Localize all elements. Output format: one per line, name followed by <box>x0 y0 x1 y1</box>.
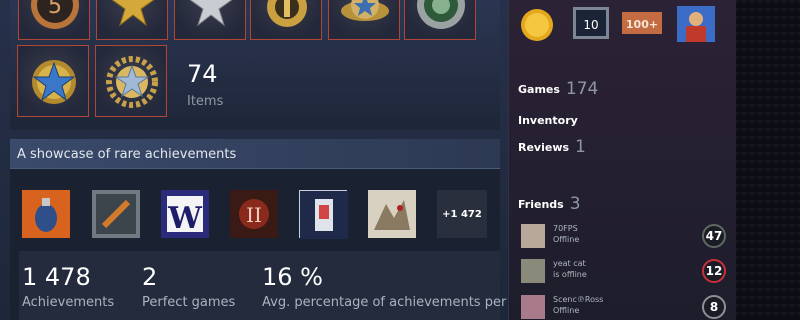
showcase-title: A showcase of rare achievements <box>17 147 237 162</box>
items-showcase: 5 74 Items <box>10 0 500 130</box>
fighter-icon[interactable] <box>368 190 416 238</box>
perfect-games-count: 2 <box>142 263 158 291</box>
avatar <box>521 224 545 248</box>
silver-star-medal-icon[interactable] <box>174 0 246 40</box>
friend-level-badge: 12 <box>702 259 726 283</box>
main-column: 5 74 Items A showcase of rare achievemen… <box>0 0 519 320</box>
friend-status: is offline <box>553 270 587 279</box>
gold-pin-medal-icon[interactable] <box>250 0 322 40</box>
games-link[interactable]: Games 174 <box>518 79 598 99</box>
avatar-badge-icon[interactable] <box>675 4 717 42</box>
games-count: 174 <box>565 79 599 99</box>
items-label[interactable]: Items <box>187 94 223 109</box>
gold-star-medal-icon[interactable] <box>96 0 168 40</box>
friends-label: Friends <box>518 198 564 211</box>
friend-item[interactable]: yeat cat is offline 12 <box>521 259 726 287</box>
roman-two-icon[interactable]: II <box>230 190 278 238</box>
friend-status: Offline <box>553 306 580 315</box>
inventory-link[interactable]: Inventory <box>518 114 578 127</box>
svg-text:W: W <box>167 201 203 236</box>
friend-name: yeat cat <box>553 259 586 268</box>
door-icon[interactable] <box>299 190 348 239</box>
level-10-badge-icon[interactable]: 10 <box>571 4 613 42</box>
svg-text:II: II <box>246 203 262 227</box>
avatar <box>521 259 545 283</box>
100-plus-badge-icon[interactable]: 100+ <box>621 4 663 42</box>
achievement-showcase: W II +1 472 1 478 Achievements 2 Perfect… <box>10 169 519 320</box>
reviews-label: Reviews <box>518 141 570 154</box>
inventory-label: Inventory <box>518 114 578 127</box>
green-coin-medal-icon[interactable] <box>404 0 476 40</box>
friend-item[interactable]: 70FPS Offline 47 <box>521 224 726 252</box>
friends-link[interactable]: Friends 3 <box>518 194 581 214</box>
reviews-link[interactable]: Reviews 1 <box>518 137 586 157</box>
page-background <box>736 0 800 320</box>
avatar <box>521 295 545 319</box>
svg-text:5: 5 <box>48 0 62 19</box>
avg-percentage-label: Avg. percentage of achievements per g <box>262 295 519 310</box>
friend-name: 70FPS <box>553 224 578 233</box>
w-letter-icon[interactable]: W <box>161 190 209 238</box>
friend-item[interactable]: Scenc℗Ross Offline 8 <box>521 295 726 320</box>
friend-level-badge: 47 <box>702 224 726 248</box>
level-10-text: 10 <box>583 18 598 32</box>
items-count: 74 <box>187 60 218 88</box>
grenade-icon[interactable] <box>22 190 70 238</box>
achievement-showcase-header: A showcase of rare achievements <box>10 139 500 169</box>
winged-star-medal-icon[interactable] <box>328 0 400 40</box>
friend-level-badge: 8 <box>702 295 726 319</box>
wrench-icon[interactable] <box>92 190 140 238</box>
100-plus-text: 100+ <box>626 18 658 31</box>
avg-percentage-value: 16 % <box>262 263 323 291</box>
reviews-count: 1 <box>575 137 586 157</box>
friend-name: Scenc℗Ross <box>553 295 604 304</box>
games-label: Games <box>518 83 560 96</box>
friend-status: Offline <box>553 235 580 244</box>
achievements-count: 1 478 <box>22 263 91 291</box>
more-achievements-button[interactable]: +1 472 <box>437 190 487 238</box>
service-medal-5-icon[interactable]: 5 <box>18 0 90 40</box>
gold-coin-icon[interactable] <box>517 4 559 42</box>
blue-star-medal-icon[interactable] <box>17 45 89 117</box>
profile-sidebar: 10 100+ Games 174 Inventory Reviews 1 Frie… <box>508 0 736 320</box>
friends-count: 3 <box>569 194 581 214</box>
achievements-label: Achievements <box>22 295 115 310</box>
perfect-games-label: Perfect games <box>142 295 236 310</box>
silver-wreath-medal-icon[interactable] <box>95 45 167 117</box>
achievement-stats: 1 478 Achievements 2 Perfect games 16 % … <box>19 251 519 320</box>
